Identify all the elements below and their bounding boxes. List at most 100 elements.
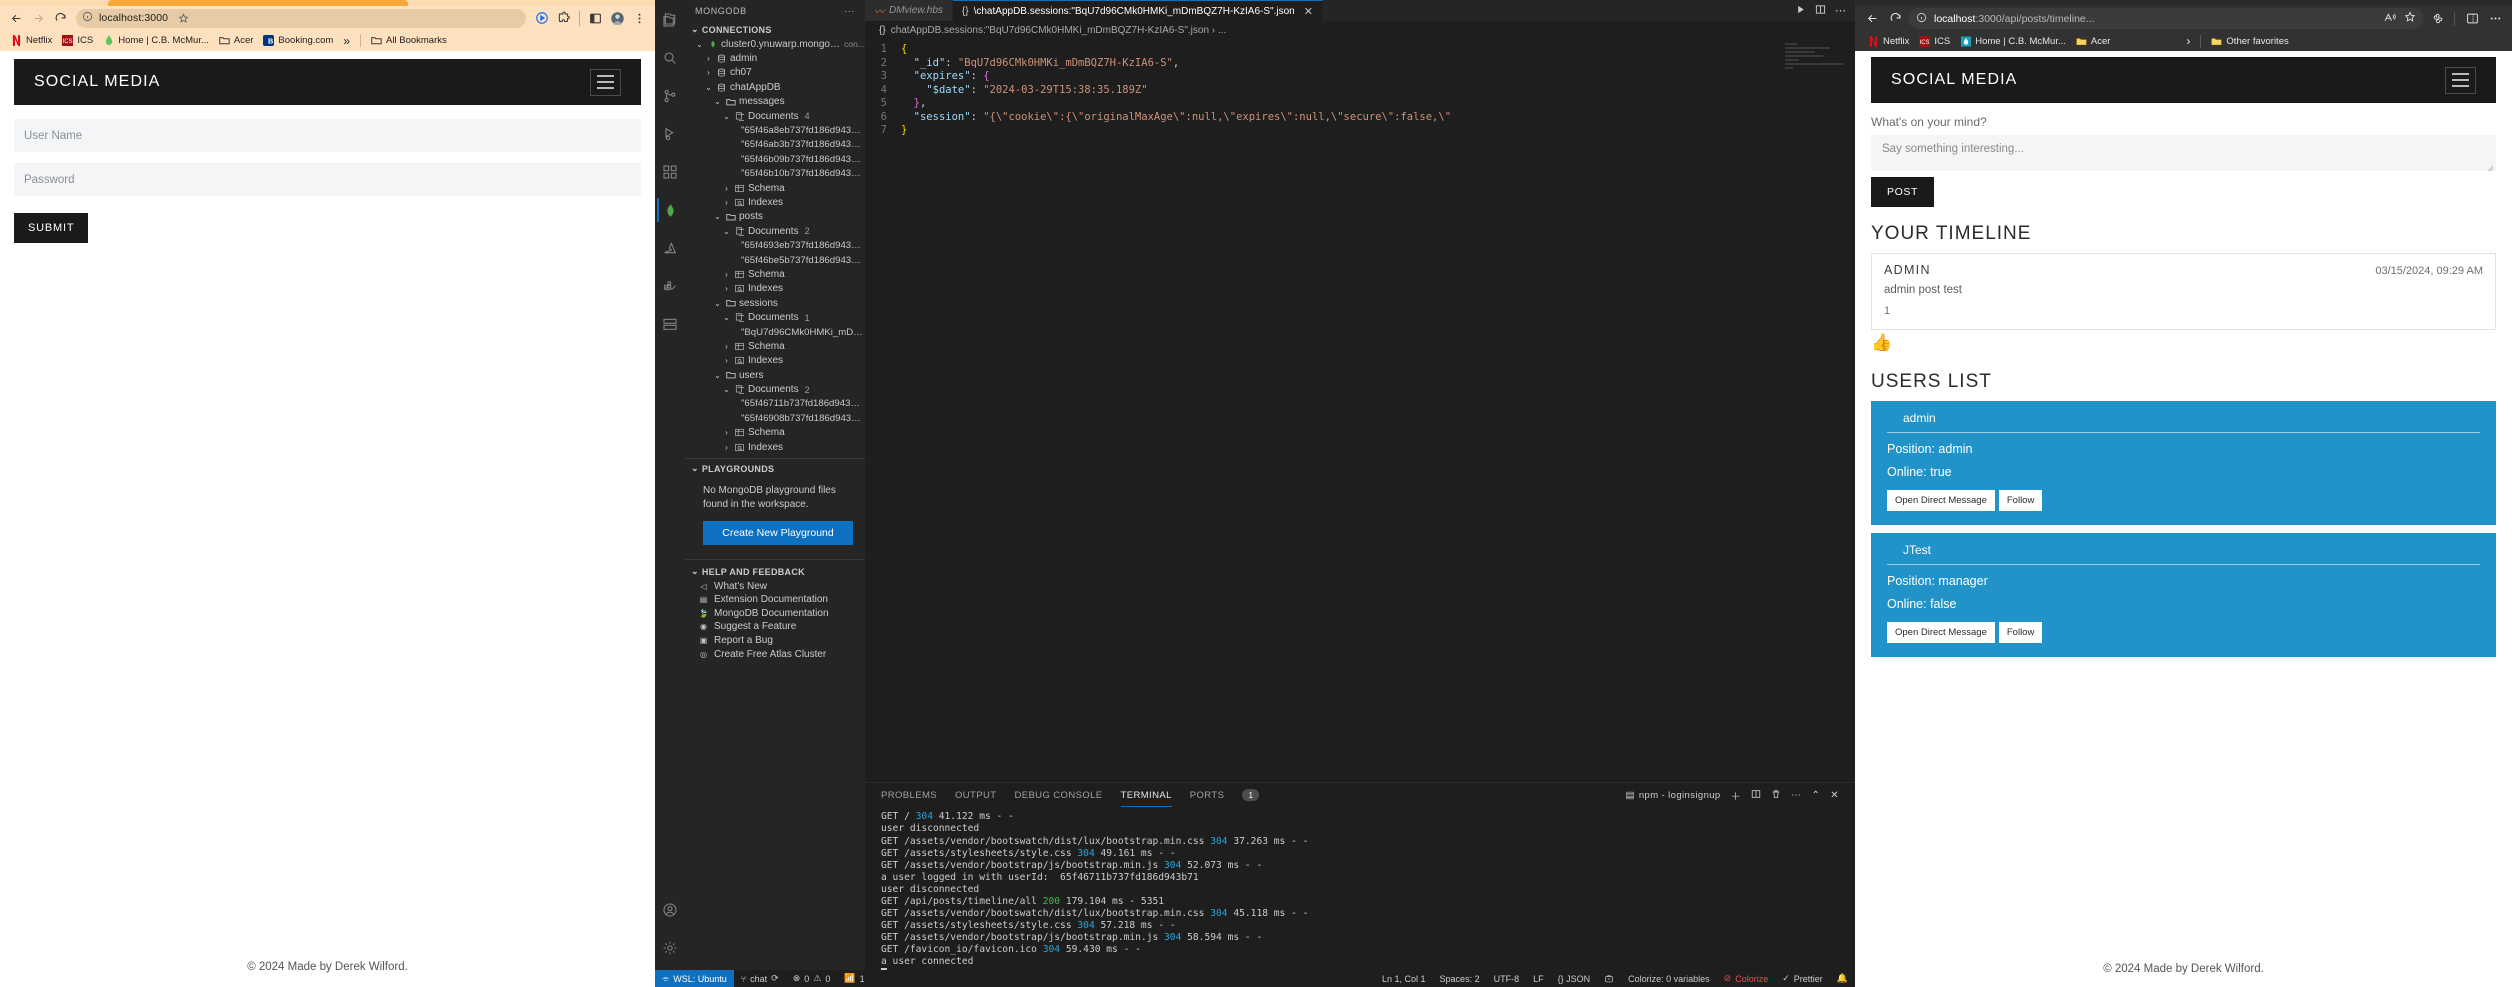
tree-item-documents[interactable]: ⌄ Documents 2	[685, 224, 865, 238]
navbar-toggle-button[interactable]	[2445, 66, 2476, 94]
status-encoding[interactable]: UTF-8	[1487, 974, 1527, 984]
post-button[interactable]: POST	[1871, 177, 1934, 207]
reload-icon[interactable]	[1885, 9, 1905, 29]
tree-item-indexes[interactable]: › Indexes	[685, 195, 865, 209]
status-notifications[interactable]: 🔔	[1830, 973, 1855, 984]
navbar-toggle-button[interactable]	[590, 68, 621, 96]
tree-item-schema[interactable]: › Schema	[685, 339, 865, 353]
azure-icon[interactable]	[658, 236, 682, 260]
reload-icon[interactable]	[50, 8, 70, 28]
profile-avatar-icon[interactable]	[607, 8, 627, 28]
status-eol[interactable]: LF	[1526, 974, 1551, 984]
status-branch[interactable]: ⑂ chat ⟳	[734, 973, 786, 984]
chrome-menu-icon[interactable]	[629, 8, 649, 28]
compose-textarea[interactable]: Say something interesting...	[1871, 135, 2496, 172]
search-icon[interactable]	[658, 46, 682, 70]
tree-item-document[interactable]: "65f46908b737fd186d943b7a"	[685, 411, 865, 425]
info-icon[interactable]	[82, 9, 93, 27]
status-indentation[interactable]: Spaces: 2	[1433, 974, 1487, 984]
source-control-icon[interactable]	[658, 84, 682, 108]
tree-item-indexes[interactable]: › Indexes	[685, 354, 865, 368]
tree-item-documents[interactable]: ⌄ Documents 2	[685, 382, 865, 396]
tree-item-database-chatappdb[interactable]: ⌄ chatAppDB	[685, 80, 865, 94]
tree-item-schema[interactable]: › Schema	[685, 181, 865, 195]
maximize-panel-icon[interactable]: ⌃	[1811, 790, 1820, 801]
status-language-mode[interactable]: {} JSON	[1551, 974, 1598, 984]
tree-item-indexes[interactable]: › Indexes	[685, 440, 865, 454]
bookmark-acer[interactable]: Acer	[2071, 35, 2116, 48]
editor-tab-sessions-json[interactable]: {} \chatAppDB.sessions:"BqU7d96CMk0HMKi_…	[952, 0, 1323, 21]
follow-button[interactable]: Follow	[1998, 490, 2043, 511]
panel-more-icon[interactable]: ⋯	[1791, 790, 1801, 801]
help-item-5[interactable]: ◎ Create Free Atlas Cluster	[685, 647, 865, 661]
tab-problems[interactable]: PROBLEMS	[881, 784, 937, 806]
follow-button[interactable]: Follow	[1998, 622, 2043, 643]
extensions-icon[interactable]	[658, 160, 682, 184]
collections-icon[interactable]	[2427, 9, 2447, 29]
remote-explorer-icon[interactable]	[658, 312, 682, 336]
tree-item-schema[interactable]: › Schema	[685, 267, 865, 281]
minimap[interactable]	[1785, 43, 1845, 73]
tree-item-connection[interactable]: ⌄ cluster0.ynuwarp.mongodb.net con...	[685, 37, 865, 51]
sync-icon[interactable]: ⟳	[771, 973, 779, 984]
chrome-address-bar[interactable]: localhost:3000	[76, 8, 526, 28]
playgrounds-section-header[interactable]: ⌄ PLAYGROUNDS	[685, 458, 865, 476]
status-remote-wsl[interactable]: ⌯ WSL: Ubuntu	[655, 970, 734, 987]
tree-item-document[interactable]: "65f46b09b737fd186d943ba2"	[685, 152, 865, 166]
add-terminal-icon[interactable]: ＋	[1731, 788, 1741, 803]
tree-item-collection-posts[interactable]: ⌄ posts	[685, 210, 865, 224]
bookmarks-overflow-button[interactable]: »	[338, 33, 355, 49]
status-cursor-position[interactable]: Ln 1, Col 1	[1375, 974, 1433, 984]
tab-debug-console[interactable]: DEBUG CONSOLE	[1014, 784, 1102, 806]
tree-item-schema[interactable]: › Schema	[685, 426, 865, 440]
run-play-icon[interactable]	[1795, 2, 1806, 20]
all-bookmarks-button[interactable]: All Bookmarks	[366, 34, 452, 47]
bookmark-home-cb-mcmur[interactable]: Home | C.B. McMur...	[1955, 35, 2071, 48]
submit-button[interactable]: SUBMIT	[14, 213, 89, 243]
tree-item-collection-messages[interactable]: ⌄ messages	[685, 95, 865, 109]
settings-gear-icon[interactable]	[658, 936, 682, 960]
status-ports[interactable]: 📶 1	[837, 973, 871, 984]
breadcrumb[interactable]: {} chatAppDB.sessions:"BqU7d96CMk0HMKi_m…	[865, 21, 1855, 39]
status-problems[interactable]: ⊗ 0 ⚠ 0	[786, 973, 838, 984]
bookmark-netflix[interactable]: Netflix	[1863, 35, 1914, 48]
tab-output[interactable]: OUTPUT	[955, 784, 996, 806]
back-icon[interactable]	[6, 8, 26, 28]
status-colorize[interactable]: ⊘ Colorize	[1717, 973, 1776, 984]
resize-handle-icon[interactable]	[2487, 163, 2494, 172]
status-prettier[interactable]: ✓ Prettier	[1775, 973, 1830, 984]
mongodb-leaf-icon[interactable]	[657, 198, 681, 222]
star-icon[interactable]	[174, 9, 192, 27]
close-icon[interactable]: ✕	[1304, 5, 1313, 18]
tree-item-database-ch07[interactable]: › ch07	[685, 66, 865, 80]
split-editor-icon[interactable]	[1815, 2, 1826, 20]
thumbs-up-icon[interactable]: 👍	[1871, 333, 2496, 353]
tree-item-documents[interactable]: ⌄ Documents 1	[685, 310, 865, 324]
tree-item-document[interactable]: "65f46711b737fd186d943b71"	[685, 397, 865, 411]
code-editor[interactable]: 1 { 2 "_id": "BqU7d96CMk0HMKi_mDmBQZ7H-K…	[865, 39, 1855, 782]
editor-more-icon[interactable]: ⋯	[1835, 4, 1846, 17]
tree-item-document[interactable]: "65f46ab3b737fd186d943b9b"	[685, 138, 865, 152]
status-colorize-vars[interactable]: Colorize: 0 variables	[1621, 974, 1717, 984]
bookmark-home-cb-mcmur[interactable]: Home | C.B. McMur...	[98, 34, 214, 47]
read-aloud-icon[interactable]	[2384, 10, 2397, 28]
split-terminal-icon[interactable]	[1751, 789, 1761, 802]
edge-address-bar[interactable]: localhost:3000/api/posts/timeline...	[1908, 8, 2424, 29]
bookmark-ics[interactable]: ICS ICS	[1914, 35, 1955, 48]
media-play-icon[interactable]	[532, 8, 552, 28]
kill-terminal-icon[interactable]	[1771, 789, 1781, 802]
back-icon[interactable]	[1862, 9, 1882, 29]
run-debug-icon[interactable]	[658, 122, 682, 146]
docker-icon[interactable]	[658, 274, 682, 298]
tree-item-collection-users[interactable]: ⌄ users	[685, 368, 865, 382]
bookmark-booking[interactable]: B Booking.com	[258, 34, 338, 47]
tree-item-document[interactable]: "65f4693eb737fd186d943b80"	[685, 238, 865, 252]
split-screen-icon[interactable]	[585, 8, 605, 28]
explorer-icon[interactable]	[658, 8, 682, 32]
help-section-header[interactable]: ⌄ HELP AND FEEDBACK	[685, 564, 865, 579]
tab-ports[interactable]: PORTS	[1190, 784, 1225, 806]
tree-item-document[interactable]: "65f46a8eb737fd186d943b97"	[685, 123, 865, 137]
tree-item-document[interactable]: "65f46b10b737fd186d943ba6"	[685, 167, 865, 181]
tree-item-document[interactable]: "BqU7d96CMk0HMKi_mDmBQZ7...	[685, 325, 865, 339]
info-icon[interactable]	[1916, 10, 1927, 28]
